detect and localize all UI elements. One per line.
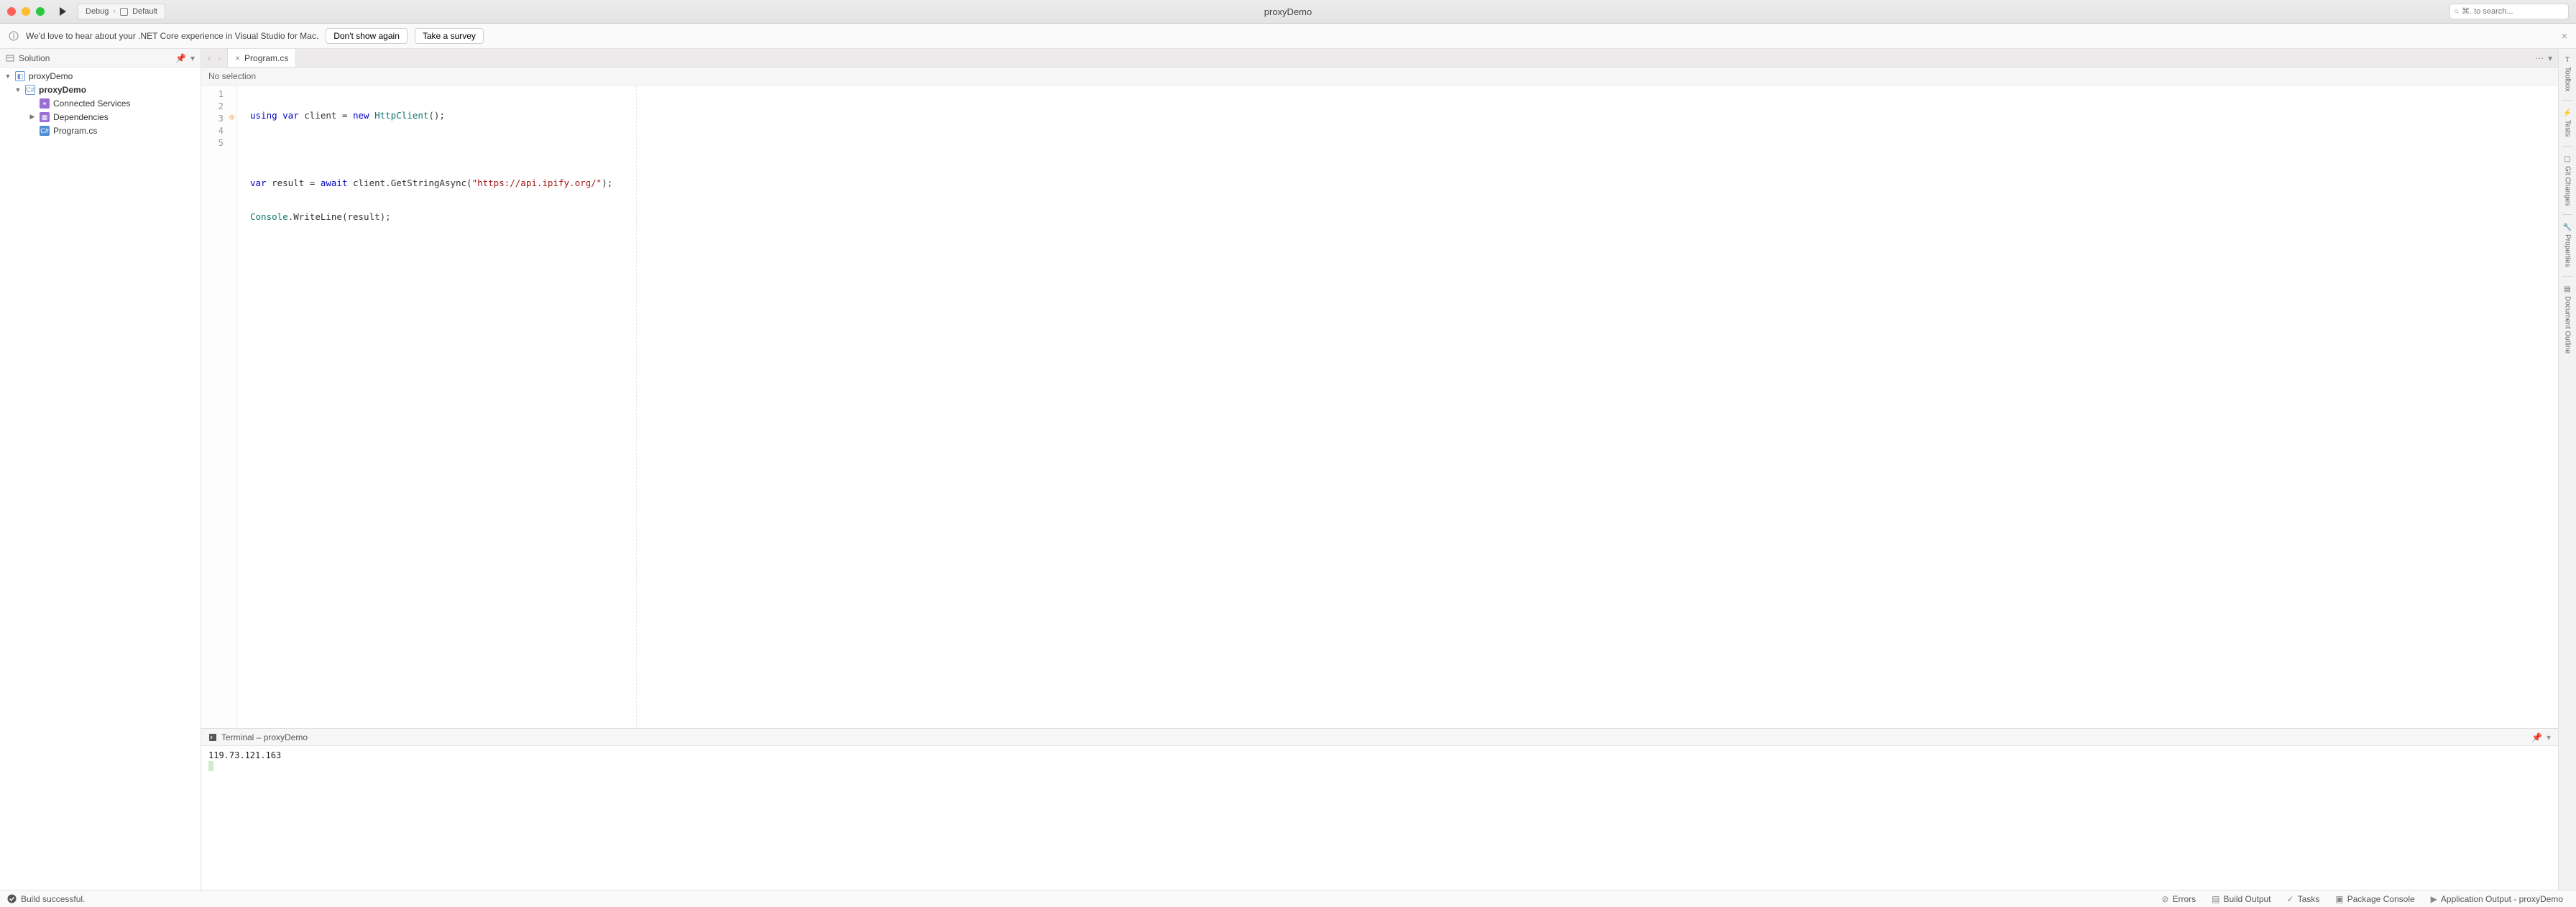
config-label: Debug — [86, 7, 109, 16]
window-controls — [7, 7, 45, 16]
disclosure-triangle-icon[interactable]: ▼ — [4, 73, 12, 80]
dependencies-label: Dependencies — [53, 112, 109, 122]
main-area: Solution 📌 ▾ ▼ ◧ proxyDemo ▼ C# proxyDem… — [0, 49, 2576, 890]
dont-show-again-button[interactable]: Don't show again — [326, 28, 408, 44]
program-cs-node[interactable]: C# Program.cs — [0, 124, 201, 137]
check-icon: ✓ — [2287, 894, 2294, 904]
terminal-body[interactable]: 119.73.121.163 — [201, 746, 2558, 890]
package-icon: ▣ — [2335, 894, 2343, 904]
solution-panel: Solution 📌 ▾ ▼ ◧ proxyDemo ▼ C# proxyDem… — [0, 49, 201, 890]
column-guide — [636, 86, 637, 728]
connected-services-label: Connected Services — [53, 98, 130, 109]
close-notification-button[interactable]: × — [2562, 30, 2567, 42]
line-gutter: 1 2 3 ◎ 4 5 — [201, 86, 237, 728]
minimize-window-button[interactable] — [22, 7, 30, 16]
terminal-icon — [208, 733, 217, 742]
tab-label: Program.cs — [244, 53, 288, 63]
target-icon — [120, 8, 128, 16]
terminal-output-line: 119.73.121.163 — [208, 750, 281, 760]
status-bar: Build successful. ⊘Errors ▤Build Output … — [0, 890, 2576, 907]
solution-panel-header: Solution 📌 ▾ — [0, 49, 201, 68]
search-icon — [2455, 7, 2459, 16]
git-changes-panel-button[interactable]: ▢Git Changes — [2562, 151, 2573, 211]
solution-panel-title: Solution — [19, 53, 50, 63]
editor-area: ‹ › × Program.cs ⋯ ▾ No selection 1 2 3 … — [201, 49, 2558, 890]
document-outline-panel-button[interactable]: ▤Document Outline — [2562, 281, 2573, 358]
error-icon: ⊘ — [2161, 894, 2168, 904]
project-node[interactable]: ▼ C# proxyDemo — [0, 83, 201, 96]
errors-panel-button[interactable]: ⊘Errors — [2156, 894, 2202, 904]
nav-forward-button[interactable]: › — [216, 52, 223, 65]
project-label: proxyDemo — [39, 85, 86, 95]
solution-root-node[interactable]: ▼ ◧ proxyDemo — [0, 69, 201, 83]
take-survey-button[interactable]: Take a survey — [415, 28, 484, 44]
info-icon — [9, 31, 19, 41]
panel-options-icon[interactable]: ▾ — [190, 53, 195, 63]
target-label: Default — [132, 7, 157, 16]
breadcrumb-label: No selection — [208, 71, 256, 81]
close-window-button[interactable] — [7, 7, 16, 16]
code-editor[interactable]: 1 2 3 ◎ 4 5 using var client = new HttpC… — [201, 86, 2558, 728]
tasks-panel-button[interactable]: ✓Tasks — [2281, 894, 2326, 904]
line-number: 5 — [201, 137, 224, 149]
run-configuration-selector[interactable]: Debug › Default — [78, 4, 165, 19]
code-content[interactable]: using var client = new HttpClient(); var… — [237, 86, 620, 728]
window-title: proxyDemo — [1264, 6, 1312, 17]
success-icon — [7, 894, 17, 903]
line-number: 2 — [201, 100, 224, 112]
solution-tree[interactable]: ▼ ◧ proxyDemo ▼ C# proxyDemo ⚭ Connected… — [0, 68, 201, 890]
global-search[interactable] — [2450, 4, 2569, 19]
dependencies-node[interactable]: ▶ ▦ Dependencies — [0, 110, 201, 124]
program-cs-label: Program.cs — [53, 126, 97, 136]
line-number: 1 — [201, 88, 224, 100]
lightbulb-hint-icon[interactable]: ◎ — [229, 112, 234, 121]
application-output-panel-button[interactable]: ▶Application Output - proxyDemo — [2425, 894, 2569, 904]
disclosure-triangle-icon[interactable]: ▼ — [14, 86, 22, 93]
notification-message: We'd love to hear about your .NET Core e… — [26, 31, 318, 41]
tab-navigation: ‹ › — [201, 49, 228, 67]
titlebar: Debug › Default proxyDemo — [0, 0, 2576, 24]
run-button[interactable] — [58, 6, 68, 17]
solution-icon: ◧ — [14, 70, 26, 82]
project-icon: C# — [24, 84, 36, 95]
zoom-window-button[interactable] — [36, 7, 45, 16]
build-status-label: Build successful. — [21, 894, 85, 904]
nav-back-button[interactable]: ‹ — [206, 52, 213, 65]
tab-program-cs[interactable]: × Program.cs — [228, 49, 296, 67]
package-console-panel-button[interactable]: ▣Package Console — [2329, 894, 2420, 904]
pin-icon[interactable]: 📌 — [175, 53, 186, 63]
tests-panel-button[interactable]: ⚡Tests — [2562, 105, 2573, 141]
solution-root-label: proxyDemo — [29, 71, 73, 81]
editor-tab-strip: ‹ › × Program.cs ⋯ ▾ — [201, 49, 2558, 68]
dependencies-icon: ▦ — [39, 111, 50, 123]
terminal-cursor — [208, 761, 213, 771]
notification-bar: We'd love to hear about your .NET Core e… — [0, 24, 2576, 49]
line-number: 4 — [201, 124, 224, 137]
line-number: 3 — [201, 112, 224, 124]
connected-services-icon: ⚭ — [39, 98, 50, 109]
tab-dropdown-button[interactable]: ▾ — [2548, 53, 2552, 63]
output-icon: ▤ — [2212, 894, 2220, 904]
terminal-header: Terminal – proxyDemo 📌 ▾ — [201, 729, 2558, 746]
tab-overflow-button[interactable]: ⋯ — [2535, 53, 2544, 63]
editor-breadcrumb[interactable]: No selection — [201, 68, 2558, 86]
properties-panel-button[interactable]: 🔧Properties — [2562, 219, 2573, 272]
tab-overflow: ⋯ ▾ — [2529, 49, 2558, 67]
search-input[interactable] — [2462, 7, 2564, 16]
pin-icon[interactable]: 📌 — [2531, 732, 2542, 742]
build-output-panel-button[interactable]: ▤Build Output — [2206, 894, 2276, 904]
terminal-panel: Terminal – proxyDemo 📌 ▾ 119.73.121.163 — [201, 728, 2558, 890]
toolbox-panel-button[interactable]: TToolbox — [2562, 52, 2573, 96]
play-icon: ▶ — [2431, 894, 2437, 904]
close-tab-button[interactable]: × — [235, 53, 240, 63]
right-tool-strip: TToolbox ⚡Tests ▢Git Changes 🔧Properties… — [2558, 49, 2576, 890]
disclosure-triangle-icon[interactable]: ▶ — [29, 113, 36, 121]
chevron-right-icon: › — [113, 7, 116, 16]
csharp-file-icon: C# — [39, 125, 50, 136]
panel-options-icon[interactable]: ▾ — [2547, 732, 2551, 742]
connected-services-node[interactable]: ⚭ Connected Services — [0, 96, 201, 110]
solution-panel-icon — [6, 54, 14, 63]
terminal-title: Terminal – proxyDemo — [221, 732, 308, 742]
